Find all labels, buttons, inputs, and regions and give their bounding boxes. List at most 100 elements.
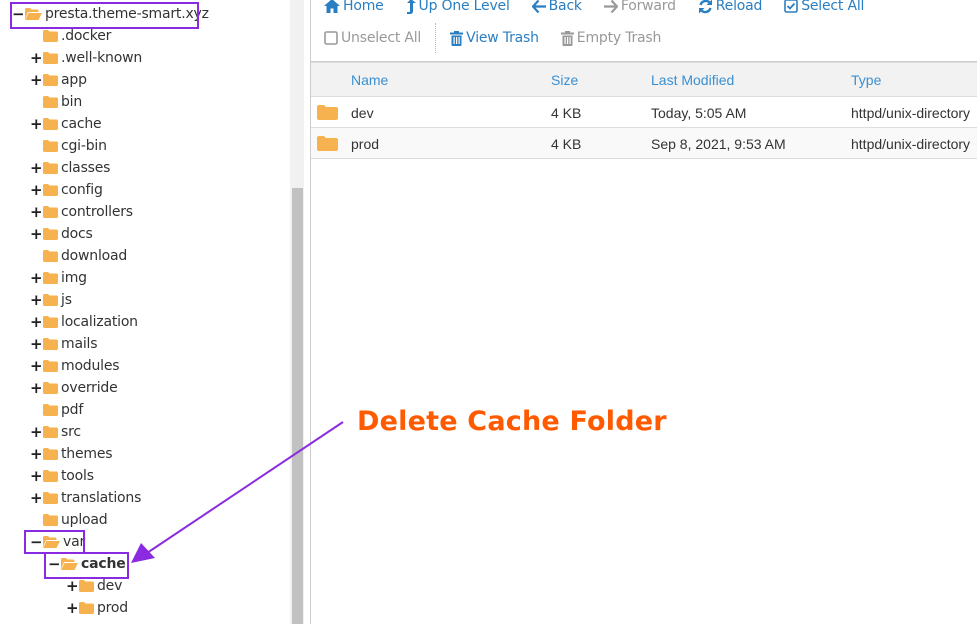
tree-item[interactable]: + themes [30,443,113,465]
tree-item[interactable]: + src [30,421,81,443]
expand-icon[interactable]: + [30,489,43,507]
tree-item[interactable]: − cache [48,553,126,575]
folder-icon [43,140,58,152]
column-header-type[interactable]: Type [851,72,881,88]
tree-item[interactable]: + mails [30,333,97,355]
tree-item-label[interactable]: pdf [61,402,83,418]
column-header-last-modified[interactable]: Last Modified [651,72,734,88]
reload-button[interactable]: Reload [698,0,762,14]
collapse-icon[interactable]: − [30,533,43,551]
folder-icon [43,206,58,218]
tree-item[interactable]: + tools [30,465,94,487]
tree-item-label[interactable]: config [61,182,103,198]
expand-icon[interactable]: + [30,357,43,375]
tree-item[interactable]: .docker [30,25,111,47]
select-all-button[interactable]: Select All [784,0,864,14]
file-name[interactable]: prod [351,136,379,152]
expand-icon[interactable]: + [30,313,43,331]
tree-item[interactable]: + translations [30,487,141,509]
expand-icon[interactable]: + [30,203,43,221]
tree-item[interactable]: + controllers [30,201,133,223]
expand-icon[interactable]: + [30,159,43,177]
tree-item-label[interactable]: .well-known [61,50,142,66]
tree-item-label[interactable]: classes [61,160,110,176]
expand-icon[interactable]: + [30,291,43,309]
expand-icon[interactable]: + [30,467,43,485]
expand-icon[interactable]: + [30,225,43,243]
tree-item-label[interactable]: docs [61,226,93,242]
tree-item-label[interactable]: js [61,292,72,308]
tree-item[interactable]: + config [30,179,103,201]
tree-item-label[interactable]: themes [61,446,113,462]
tree-item-label[interactable]: dev [97,578,122,594]
tree-item-label[interactable]: download [61,248,127,264]
tree-item-label[interactable]: var [63,534,85,550]
column-header-name[interactable]: Name [351,72,388,88]
home-button[interactable]: Home [324,0,384,14]
folder-icon [43,74,58,86]
expand-icon[interactable]: + [30,423,43,441]
tree-item-label[interactable]: override [61,380,118,396]
back-button[interactable]: Back [531,0,582,14]
expand-icon[interactable]: + [30,335,43,353]
tree-item-label[interactable]: modules [61,358,120,374]
tree-item[interactable]: + modules [30,355,120,377]
tree-item-label[interactable]: presta.theme-smart.xyz [45,6,209,22]
tree-item[interactable]: upload [30,509,108,531]
table-row[interactable]: dev 4 KB Today, 5:05 AM httpd/unix-direc… [311,97,977,128]
tree-item[interactable]: + cache [30,113,102,135]
unselect-all-button[interactable]: Unselect All [324,30,421,46]
expand-icon[interactable]: + [30,445,43,463]
tree-item[interactable]: + prod [66,597,128,619]
tree-item-label[interactable]: prod [97,600,128,616]
tree-item-label[interactable]: upload [61,512,108,528]
tree-item-label[interactable]: cache [81,556,126,572]
tree-item[interactable]: pdf [30,399,83,421]
view-trash-button[interactable]: View Trash [450,30,539,46]
table-row[interactable]: prod 4 KB Sep 8, 2021, 9:53 AM httpd/uni… [311,128,977,159]
tree-item-label[interactable]: src [61,424,81,440]
tree-item[interactable]: + docs [30,223,93,245]
tree-item-label[interactable]: tools [61,468,94,484]
collapse-icon[interactable]: − [12,5,25,23]
expand-icon[interactable]: + [30,49,43,67]
tree-item-label[interactable]: cgi-bin [61,138,107,154]
up-one-level-button[interactable]: Up One Level [406,0,510,14]
expand-icon[interactable]: + [30,115,43,133]
tree-item-label[interactable]: localization [61,314,138,330]
tree-root-item[interactable]: − presta.theme-smart.xyz [12,3,209,25]
tree-item[interactable]: cgi-bin [30,135,107,157]
tree-item[interactable]: + .well-known [30,47,142,69]
expand-icon[interactable]: + [30,379,43,397]
forward-button[interactable]: Forward [603,0,676,14]
tree-item-label[interactable]: app [61,72,87,88]
tree-item-label[interactable]: img [61,270,87,286]
expand-icon[interactable]: + [66,599,79,617]
tree-item[interactable]: + js [30,289,72,311]
tree-item-label[interactable]: translations [61,490,141,506]
tree-item[interactable]: bin [30,91,82,113]
tree-item[interactable]: + img [30,267,87,289]
folder-icon [43,118,58,130]
expand-icon[interactable]: + [30,269,43,287]
tree-item[interactable]: download [30,245,127,267]
tree-item[interactable]: − var [30,531,85,553]
tree-item-label[interactable]: cache [61,116,102,132]
expand-icon[interactable]: + [30,181,43,199]
expand-icon[interactable]: + [30,71,43,89]
tree-item-label[interactable]: .docker [61,28,111,44]
file-name[interactable]: dev [351,105,374,121]
collapse-icon[interactable]: − [48,555,61,573]
tree-item-label[interactable]: mails [61,336,97,352]
expand-icon[interactable]: + [66,577,79,595]
tree-item[interactable]: + localization [30,311,138,333]
tree-item[interactable]: + override [30,377,118,399]
tree-scrollbar-thumb[interactable] [292,188,303,624]
tree-item[interactable]: + app [30,69,87,91]
tree-item[interactable]: + classes [30,157,110,179]
column-header-size[interactable]: Size [551,72,578,88]
tree-item[interactable]: + dev [66,575,122,597]
empty-trash-button[interactable]: Empty Trash [560,30,661,46]
tree-item-label[interactable]: bin [61,94,82,110]
tree-item-label[interactable]: controllers [61,204,133,220]
